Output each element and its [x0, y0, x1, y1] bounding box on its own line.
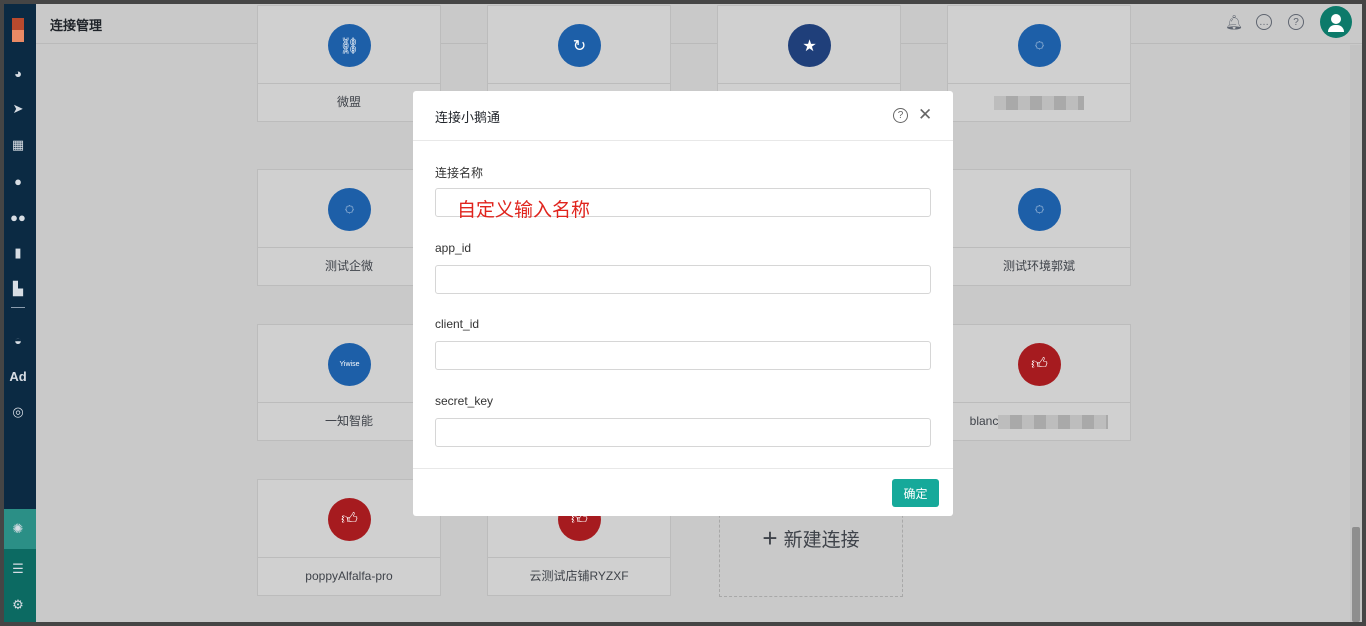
connection-label: 测试环境郭斌 — [948, 247, 1130, 287]
users-icon[interactable]: ●● — [4, 205, 32, 229]
close-icon[interactable]: ✕ — [918, 105, 932, 125]
connection-card[interactable]: 👍︎ blanc — [947, 324, 1131, 441]
help-icon[interactable]: ? — [893, 108, 908, 123]
message-icon[interactable]: … — [1256, 14, 1272, 30]
dashboard-icon[interactable]: ◕ — [4, 61, 32, 85]
gear-icon[interactable]: ⚙ — [4, 593, 32, 617]
sidebar-bottom: ✺ ☰ ⚙ — [4, 509, 36, 622]
refresh-icon: ↻ — [558, 24, 601, 67]
help-icon[interactable]: ? — [1288, 14, 1304, 30]
dialog-footer: 确定 — [413, 468, 953, 516]
scrollbar-thumb[interactable] — [1352, 527, 1360, 622]
blurred-label — [998, 414, 1109, 429]
wechat-icon[interactable]: ◒ — [4, 328, 32, 352]
dialog-title: 连接小鹅通 — [435, 110, 501, 125]
client-id-input[interactable] — [435, 341, 931, 370]
sidebar: ◕ ➤ ▦ ● ●● ▮ ▙ ◒ Ad ◎ ✺ ☰ ⚙ — [4, 4, 36, 622]
new-connection-label: 新建连接 — [783, 530, 860, 551]
annotation-text: 自定义输入名称 — [457, 200, 591, 221]
connection-label: blanc — [948, 402, 1130, 442]
bell-icon[interactable]: 🔔︎ — [1225, 14, 1243, 30]
target-icon[interactable]: ◎ — [4, 400, 32, 424]
hub-icon[interactable]: ✺ — [4, 517, 32, 541]
dialog-header: 连接小鹅通 ? ✕ — [413, 91, 953, 141]
field-label-app-id: app_id — [435, 241, 472, 255]
field-label-client-id: client_id — [435, 317, 480, 331]
logo — [12, 18, 24, 42]
yiwise-icon: Yiwise — [328, 343, 371, 386]
scrollbar[interactable] — [1350, 45, 1362, 622]
connection-card[interactable]: ◌ 测试环境郭斌 — [947, 169, 1131, 286]
sidebar-divider — [11, 307, 25, 308]
thumbs-up-icon: 👍︎ — [328, 498, 371, 541]
bar-chart-icon[interactable]: ▙ — [4, 277, 32, 301]
connection-card[interactable]: ◌ — [947, 5, 1131, 122]
chat-icon: ◌ — [1018, 188, 1061, 231]
page-title: 连接管理 — [50, 18, 103, 33]
plus-icon: + — [762, 523, 778, 553]
connect-dialog: 连接小鹅通 ? ✕ 连接名称 自定义输入名称 app_id client_id … — [413, 91, 953, 516]
user-icon[interactable]: ● — [4, 169, 32, 193]
connection-label — [948, 83, 1130, 123]
avatar[interactable] — [1320, 6, 1352, 38]
ad-icon[interactable]: Ad — [4, 364, 32, 388]
app-id-input[interactable] — [435, 265, 931, 294]
connection-label: poppyAlfalfa-pro — [258, 557, 440, 597]
link-icon: ⛓ — [328, 24, 371, 67]
thumbs-up-icon: 👍︎ — [1018, 343, 1061, 386]
field-label-name: 连接名称 — [435, 166, 484, 180]
server-icon[interactable]: ☰ — [4, 557, 32, 581]
confirm-button[interactable]: 确定 — [892, 479, 939, 507]
bookmark-icon[interactable]: ▮ — [4, 241, 32, 265]
secret-key-input[interactable] — [435, 418, 931, 447]
star-icon: ★ — [788, 24, 831, 67]
chat-icon: ◌ — [1018, 24, 1061, 67]
layout-icon[interactable]: ▦ — [4, 133, 32, 157]
connection-label: 云测试店铺RYZXF — [488, 557, 670, 597]
field-label-secret-key: secret_key — [435, 394, 494, 408]
blurred-label — [994, 95, 1084, 110]
send-icon[interactable]: ➤ — [4, 97, 32, 121]
chat-icon: ◌ — [328, 188, 371, 231]
top-bar: 连接管理 🔔︎ … ? — [36, 4, 1362, 44]
